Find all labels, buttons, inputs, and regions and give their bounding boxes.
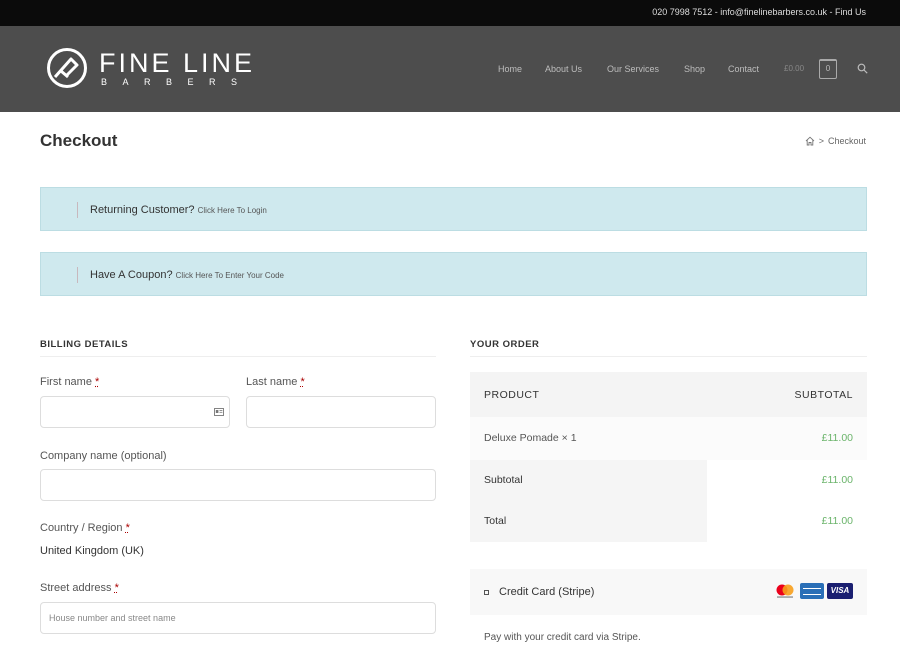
returning-customer-notice: Returning Customer? Click Here To Login <box>40 187 867 231</box>
breadcrumb-current: Checkout <box>827 136 866 146</box>
order-item-row: Deluxe Pomade × 1 £11.00 <box>470 417 867 460</box>
country-label: Country / Region * <box>40 522 130 534</box>
first-name-label-text: First name <box>40 376 92 388</box>
required-mark: * <box>95 376 100 388</box>
billing-divider <box>40 356 436 357</box>
nav-our-services[interactable]: Our Services <box>607 64 659 74</box>
contact-info[interactable]: 020 7998 7512 - info@finelinebarbers.co.… <box>652 7 866 17</box>
breadcrumb: > Checkout <box>805 136 866 146</box>
company-label: Company name (optional) <box>40 450 167 462</box>
country-label-text: Country / Region <box>40 522 123 534</box>
notice-divider <box>77 267 78 283</box>
product-column-header: PRODUCT <box>484 389 540 401</box>
notice-divider <box>77 202 78 218</box>
last-name-field[interactable] <box>246 396 436 428</box>
street-field[interactable] <box>40 602 436 634</box>
street-input[interactable] <box>41 603 435 633</box>
nav-home[interactable]: Home <box>498 64 522 74</box>
billing-heading: BILLING DETAILS <box>40 339 129 350</box>
subtotal-row: Subtotal £11.00 <box>470 460 867 501</box>
cart-icon[interactable]: 0 <box>819 59 837 79</box>
last-name-label: Last name * <box>246 376 305 388</box>
payment-radio[interactable] <box>484 590 489 595</box>
top-contact-bar: 020 7998 7512 - info@finelinebarbers.co.… <box>0 0 900 26</box>
cart-total[interactable]: £0.00 <box>784 64 804 73</box>
order-table-header: PRODUCT SUBTOTAL <box>470 372 867 417</box>
site-header: FINE LINE BARBERS Home About Us Our Serv… <box>0 26 900 112</box>
last-name-input[interactable] <box>247 397 435 427</box>
nav-about-us[interactable]: About Us <box>545 64 582 74</box>
last-name-label-text: Last name <box>246 376 298 388</box>
payment-description: Pay with your credit card via Stripe. <box>484 632 641 643</box>
breadcrumb-separator: > <box>818 136 824 146</box>
product-name: Deluxe Pomade <box>484 432 559 444</box>
street-label-text: Street address <box>40 582 112 594</box>
company-input[interactable] <box>41 470 435 500</box>
notice-text: Returning Customer? Click Here To Login <box>90 204 267 216</box>
item-price: £11.00 <box>821 432 853 444</box>
required-mark: * <box>125 522 130 534</box>
subtotal-label: Subtotal <box>484 474 523 486</box>
order-item-name: Deluxe Pomade × 1 <box>484 432 577 444</box>
logo-icon[interactable] <box>46 47 88 89</box>
subtotal-column-header: SUBTOTAL <box>794 389 853 401</box>
product-quantity: × 1 <box>561 432 577 444</box>
order-heading: YOUR ORDER <box>470 339 540 350</box>
login-link[interactable]: Click Here To Login <box>198 206 267 215</box>
notice-text: Have A Coupon? Click Here To Enter Your … <box>90 269 284 281</box>
visa-icon: VISA <box>827 583 853 599</box>
nav-contact[interactable]: Contact <box>728 64 759 74</box>
country-value: United Kingdom (UK) <box>40 545 144 557</box>
returning-customer-label: Returning Customer? <box>90 204 195 216</box>
total-value: £11.00 <box>821 515 853 527</box>
mastercard-icon <box>776 584 794 598</box>
company-field[interactable] <box>40 469 436 501</box>
home-icon[interactable] <box>805 136 815 146</box>
amex-icon <box>800 583 824 599</box>
first-name-input[interactable] <box>41 397 229 427</box>
order-divider <box>470 356 867 357</box>
street-label: Street address * <box>40 582 119 594</box>
coupon-label: Have A Coupon? <box>90 269 173 281</box>
coupon-link[interactable]: Click Here To Enter Your Code <box>176 271 284 280</box>
nav-shop[interactable]: Shop <box>684 64 705 74</box>
first-name-label: First name * <box>40 376 99 388</box>
subtotal-value: £11.00 <box>821 474 853 486</box>
first-name-field[interactable] <box>40 396 230 428</box>
page-title: Checkout <box>40 131 118 150</box>
coupon-notice: Have A Coupon? Click Here To Enter Your … <box>40 252 867 296</box>
required-mark: * <box>300 376 305 388</box>
search-icon[interactable] <box>857 63 868 74</box>
payment-method-stripe[interactable]: Credit Card (Stripe) VISA <box>470 569 867 615</box>
required-mark: * <box>114 582 119 594</box>
total-row: Total £11.00 <box>470 501 867 542</box>
logo-title[interactable]: FINE LINE <box>99 50 255 77</box>
logo-subtitle: BARBERS <box>101 77 253 87</box>
payment-method-label[interactable]: Credit Card (Stripe) <box>499 586 594 598</box>
autofill-contact-icon[interactable] <box>214 408 224 416</box>
total-label: Total <box>484 515 507 527</box>
